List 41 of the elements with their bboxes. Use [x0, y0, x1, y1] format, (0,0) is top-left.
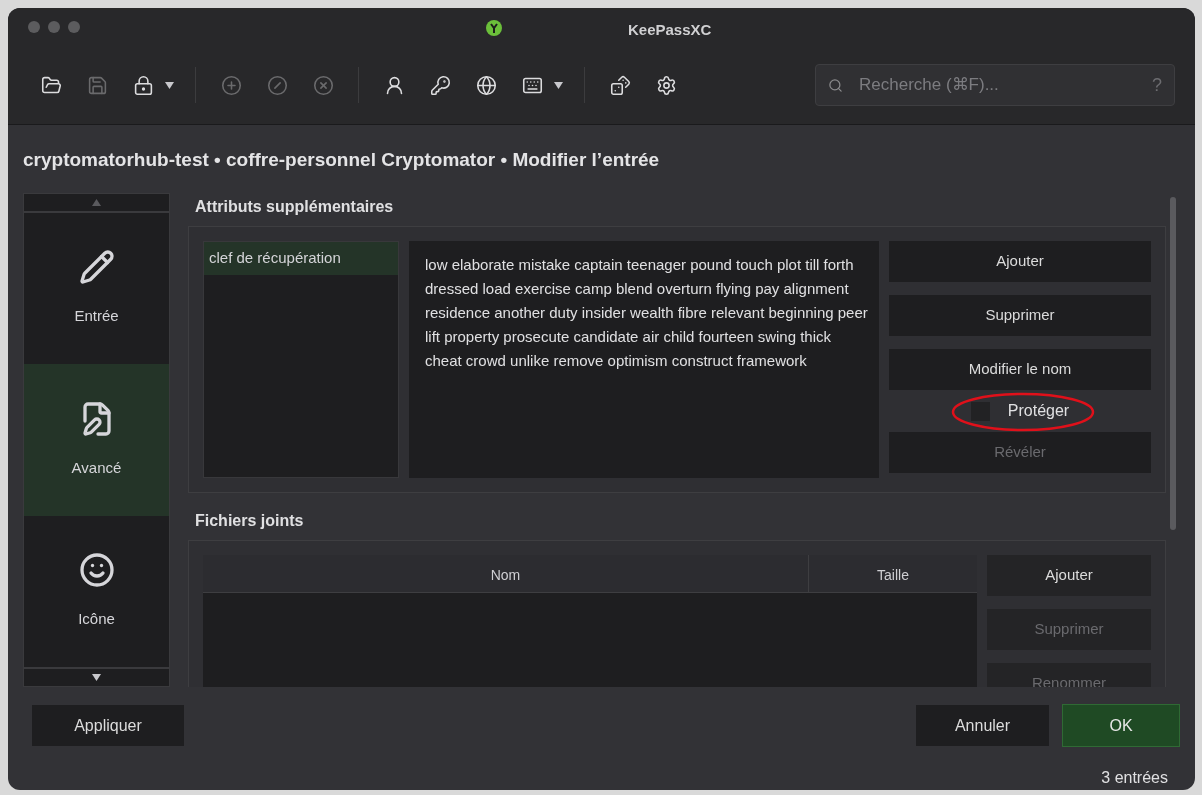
minimize-window-button[interactable] — [48, 21, 60, 34]
checkbox-label: Protéger — [1007, 401, 1070, 421]
smiley-icon — [78, 552, 115, 589]
x-circle-icon — [312, 74, 334, 96]
window-title: KeePassXC — [628, 20, 712, 40]
dice-icon — [609, 74, 631, 96]
cancel-button[interactable]: Annuler — [916, 705, 1049, 746]
section-title: Fichiers joints — [195, 511, 305, 531]
status-bar-text: 3 entrées — [1101, 768, 1168, 788]
button[interactable]: Ajouter — [889, 241, 1151, 282]
close-window-button[interactable] — [28, 21, 40, 34]
search-icon — [828, 77, 843, 93]
caret-icon — [554, 81, 563, 89]
value-text-area[interactable]: low elaborate mistake captain teenager pound touch plot till forth dressed load exercise camp blend overturn flying pay alignment residence another duty insider wealth fibre relevant beginning peer lift property prosecute candidate air child fourteen swing thick cheat crowd unlike remove optimism construct framework — [409, 241, 879, 478]
settings-icon — [655, 74, 677, 96]
plus-circle-icon — [220, 74, 242, 96]
button[interactable]: Modifier le nom — [889, 349, 1151, 390]
caret-icon — [92, 674, 101, 681]
ok-button[interactable]: OK — [1062, 704, 1180, 747]
column-header[interactable]: Taille — [809, 555, 977, 592]
list-item[interactable]: clef de récupération — [204, 242, 398, 275]
apply-button[interactable]: Appliquer — [32, 705, 184, 746]
zoom-window-button[interactable] — [68, 21, 80, 34]
folder-icon — [40, 74, 62, 96]
pencil-icon — [78, 249, 115, 286]
lock-icon — [132, 74, 154, 96]
button[interactable]: Supprimer — [889, 295, 1151, 336]
key-icon — [429, 74, 451, 96]
sidebar-item[interactable]: Avancé — [24, 364, 169, 516]
protect-checkbox[interactable] — [970, 401, 990, 421]
breadcrumb-title: cryptomatorhub-test • coffre-personnel Cryptomator • Modifier l’entrée — [23, 147, 661, 172]
caret-icon — [165, 81, 174, 89]
app-logo-icon — [486, 20, 502, 36]
button[interactable]: Ajouter — [987, 555, 1151, 596]
section-title: Attributs supplémentaires — [195, 197, 395, 217]
globe-icon — [475, 74, 497, 96]
save-icon — [86, 74, 108, 96]
slashed-circle-icon — [266, 74, 288, 96]
scrollbar-thumb[interactable] — [1170, 197, 1176, 530]
caret-icon — [92, 199, 101, 206]
column-header[interactable]: Nom — [203, 555, 809, 592]
